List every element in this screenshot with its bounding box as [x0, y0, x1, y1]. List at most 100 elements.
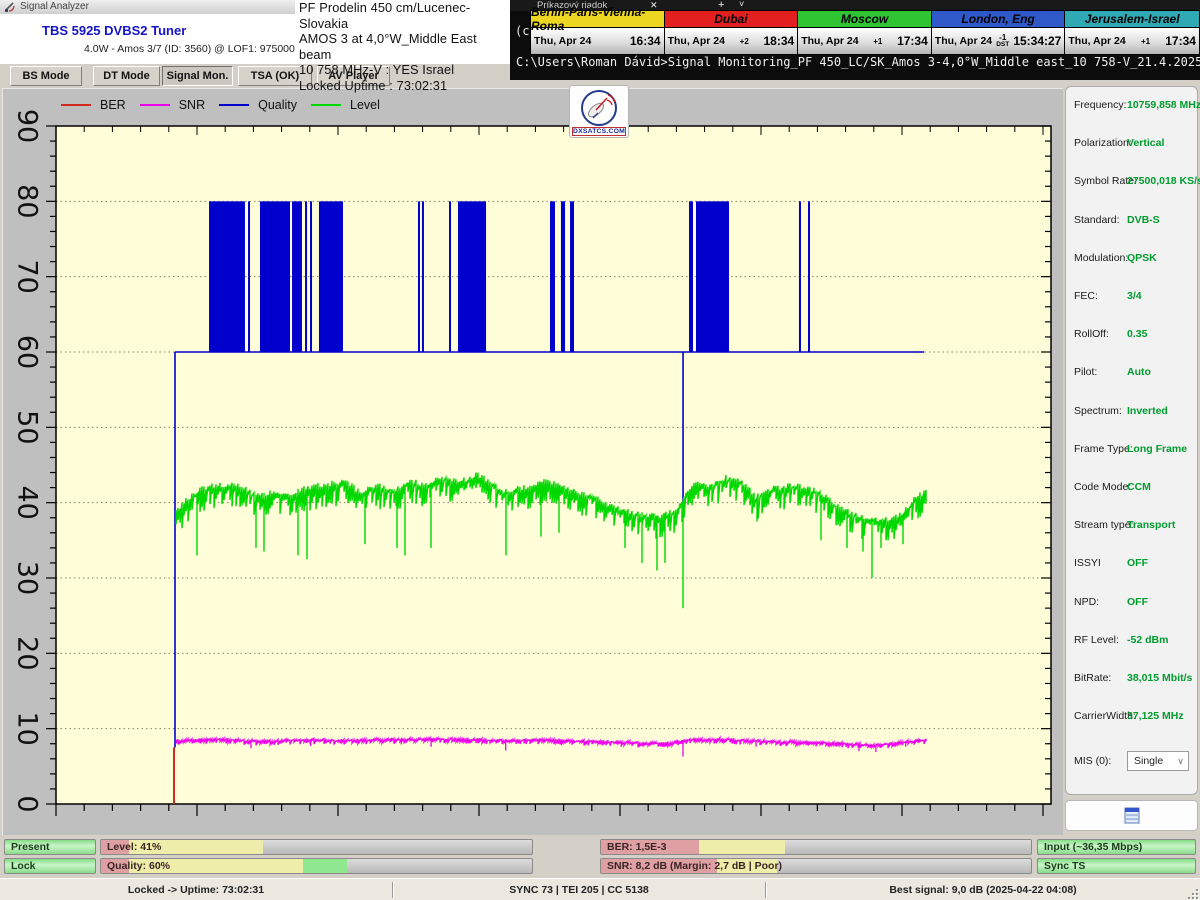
clock-date: Thu, Apr 24 — [801, 35, 858, 47]
param-value: 38,015 Mbit/s — [1127, 672, 1192, 684]
param-label: Stream type: — [1074, 519, 1134, 531]
param-label: RF Level: — [1074, 634, 1119, 646]
clock-time: 16:34 — [630, 34, 661, 48]
clock-time-row: Thu, Apr 24+117:34 — [798, 28, 931, 54]
quality-pulse — [292, 201, 302, 352]
quality-pulse — [689, 201, 693, 352]
annotation-line-1: PF Prodelin 450 cm/Lucenec-Slovakia — [295, 0, 510, 31]
clock-time-row: Thu, Apr 24+218:34 — [665, 28, 798, 54]
legend-swatch-quality — [219, 104, 249, 107]
chart-legend: BERSNRQualityLevel — [61, 98, 380, 112]
annotation-line-4: Locked Uptime : 73:02:31 — [295, 78, 510, 94]
tab-dt-mode[interactable]: DT Mode — [93, 66, 160, 86]
level-indicator: Level: 41% — [100, 839, 533, 855]
param-row-fec: FEC:3/4 — [1066, 290, 1197, 306]
param-value: 27500,018 KS/s — [1127, 175, 1200, 187]
legend-swatch-level — [311, 104, 341, 107]
clock-dubai: DubaiThu, Apr 24+218:34 — [665, 11, 799, 54]
y-axis-label-0: 0 — [12, 795, 43, 812]
param-row-modulation: Modulation:QPSK — [1066, 252, 1197, 268]
status-sync-counters: SYNC 73 | TEI 205 | CC 5138 — [393, 879, 765, 900]
quality-pulse — [550, 201, 555, 352]
param-value: Long Frame — [1127, 443, 1187, 455]
clock-date: Thu, Apr 24 — [668, 35, 725, 47]
quality-pulse — [808, 201, 810, 352]
param-row-code-mode: Code Mode:CCM — [1066, 481, 1197, 497]
param-row-carrierwidth: CarrierWidth:37,125 MHz — [1066, 710, 1197, 726]
clock-time: 15:34:27 — [1013, 34, 1061, 48]
legend-item-level: Level — [311, 98, 380, 112]
legend-item-snr: SNR — [140, 98, 205, 112]
ts-table-icon — [1124, 807, 1140, 824]
param-row-rolloff: RollOff:0.35 — [1066, 328, 1197, 344]
param-label: MIS (0): — [1074, 755, 1111, 767]
y-axis-label-20: 20 — [12, 636, 43, 670]
ts-tool-button[interactable] — [1065, 800, 1198, 831]
param-row-symbol-rate: Symbol Rate:27500,018 KS/s — [1066, 175, 1197, 191]
param-row-issyi: ISSYIOFF — [1066, 557, 1197, 573]
param-row-standard: Standard:DVB-S — [1066, 214, 1197, 230]
clock-moscow: MoscowThu, Apr 24+117:34 — [798, 11, 932, 54]
console-chevron-down-icon[interactable]: ˅ — [739, 0, 744, 9]
legend-label: BER — [100, 98, 126, 112]
param-value: CCM — [1127, 481, 1151, 493]
param-row-rf-level: RF Level:-52 dBm — [1066, 634, 1197, 650]
quality-pulse — [561, 201, 565, 352]
param-label: Modulation: — [1074, 252, 1128, 264]
sync-label: Sync TS — [1044, 860, 1085, 872]
sync-indicator: Sync TS — [1037, 858, 1196, 874]
mis-dropdown-value: Single — [1134, 755, 1163, 767]
clock-utc-offset: -1DST — [996, 34, 1009, 48]
tab-signal-mon[interactable]: Signal Mon. — [162, 66, 233, 86]
clock-utc-offset: +1 — [873, 38, 882, 45]
legend-item-ber: BER — [61, 98, 126, 112]
param-row-pilot: Pilot:Auto — [1066, 366, 1197, 382]
clock-time-row: Thu, Apr 24 -1DST 15:34:27 — [932, 28, 1065, 54]
quality-pulse — [422, 201, 424, 352]
lock-label: Lock — [11, 860, 36, 872]
clock-berlin-paris-vienna-roma: Berlin-Paris-Vienna-RomaThu, Apr 2416:34 — [531, 11, 665, 54]
signal-analyzer-window: Signal Analyzer TBS 5925 DVBS2 Tuner 4.0… — [0, 0, 1200, 900]
clock-city-label: Dubai — [665, 11, 798, 28]
quality-pulse — [248, 201, 250, 352]
param-label: Code Mode: — [1074, 481, 1131, 493]
clock-jerusalem-israel: Jerusalem-IsraelThu, Apr 24+117:34 — [1065, 11, 1199, 54]
y-axis-label-80: 80 — [12, 184, 43, 218]
clock-london-eng: London, Eng Thu, Apr 24 -1DST 15:34:27 — [932, 11, 1066, 54]
world-clock-toolbar: Berlin-Paris-Vienna-RomaThu, Apr 2416:34… — [530, 10, 1200, 55]
status-bar: Locked -> Uptime: 73:02:31 SYNC 73 | TEI… — [0, 878, 1200, 900]
clock-date: Thu, Apr 24 — [935, 35, 992, 47]
resize-grip[interactable] — [1186, 887, 1198, 899]
clock-time: 18:34 — [763, 34, 794, 48]
param-row-npd: NPD:OFF — [1066, 596, 1197, 612]
annotation-line-2: AMOS 3 at 4,0°W_Middle East beam — [295, 31, 510, 62]
quality-pulse — [799, 201, 801, 352]
meter-segment — [303, 859, 347, 873]
app-icon — [4, 1, 16, 13]
param-row-polarization: Polarization:Vertical — [1066, 137, 1197, 153]
param-value: DVB-S — [1127, 214, 1160, 226]
clock-city-label: London, Eng — [932, 11, 1065, 28]
param-label: FEC: — [1074, 290, 1098, 302]
quality-pulse — [570, 201, 574, 352]
clock-date: Thu, Apr 24 — [534, 35, 591, 47]
legend-label: SNR — [179, 98, 205, 112]
ber-indicator: BER: 1,5E-3 — [600, 839, 1032, 855]
param-label: Frequency: — [1074, 99, 1127, 111]
param-value: 37,125 MHz — [1127, 710, 1184, 722]
dxsatcs-logo-graphic — [577, 88, 621, 128]
mis-dropdown[interactable]: Single∨ — [1127, 751, 1189, 771]
param-value: Transport — [1127, 519, 1175, 531]
y-axis-label-50: 50 — [12, 410, 43, 444]
clock-city-label: Jerusalem-Israel — [1065, 11, 1199, 28]
y-axis-label-40: 40 — [12, 485, 43, 519]
param-label: Spectrum: — [1074, 405, 1122, 417]
legend-label: Level — [350, 98, 380, 112]
param-label: NPD: — [1074, 596, 1099, 608]
annotation-line-3: 10 758 MHz-V : YES Israel — [295, 62, 510, 78]
tab-bs-mode[interactable]: BS Mode — [10, 66, 82, 86]
clock-city-label: Moscow — [798, 11, 931, 28]
param-value: Vertical — [1127, 137, 1164, 149]
param-row-frequency: Frequency:10759,858 MHz — [1066, 99, 1197, 115]
console-prompt-line: C:\Users\Roman Dávid>Signal Monitoring_P… — [516, 55, 1200, 69]
